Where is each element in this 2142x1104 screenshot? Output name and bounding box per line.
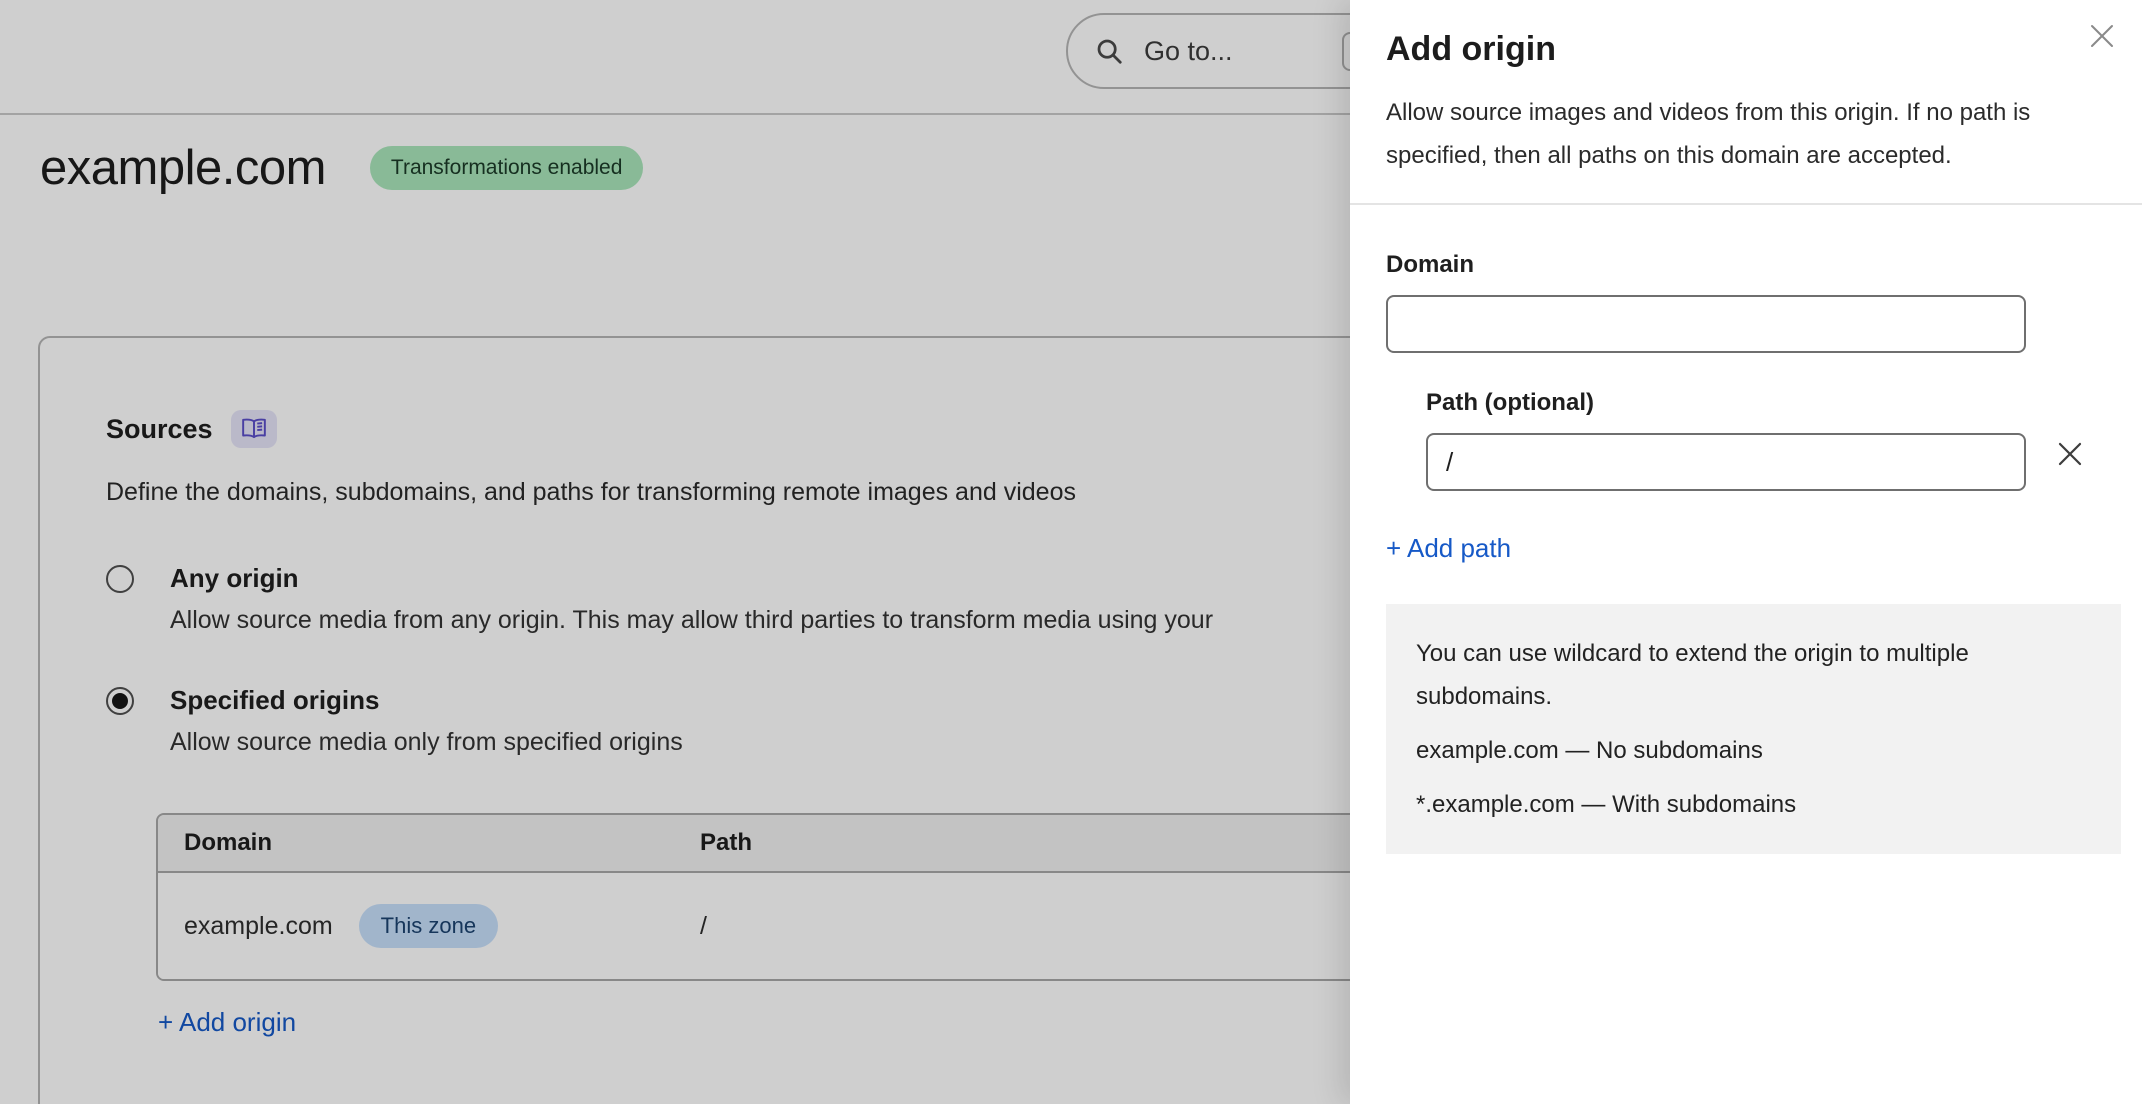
with-subdomains-example: *.example.com — With subdomains [1416, 783, 2091, 826]
panel-close-button[interactable] [2082, 16, 2122, 56]
close-icon [2087, 21, 2117, 51]
domain-input[interactable] [1386, 295, 2026, 353]
path-field-label: Path (optional) [1426, 389, 2142, 417]
panel-divider [1350, 203, 2142, 205]
remove-icon [2055, 439, 2085, 469]
panel-description: Allow source images and videos from this… [1386, 91, 2098, 177]
no-subdomains-example: example.com — No subdomains [1416, 729, 2091, 772]
add-path-link[interactable]: + Add path [1386, 533, 1511, 564]
wildcard-info-text: You can use wildcard to extend the origi… [1416, 632, 2091, 718]
remove-path-button[interactable] [2048, 432, 2092, 476]
path-input[interactable] [1426, 433, 2026, 491]
panel-title: Add origin [1386, 30, 2142, 69]
domain-field-label: Domain [1386, 251, 2142, 279]
add-origin-panel: Add origin Allow source images and video… [1350, 0, 2142, 1104]
wildcard-info-box: You can use wildcard to extend the origi… [1386, 604, 2121, 854]
